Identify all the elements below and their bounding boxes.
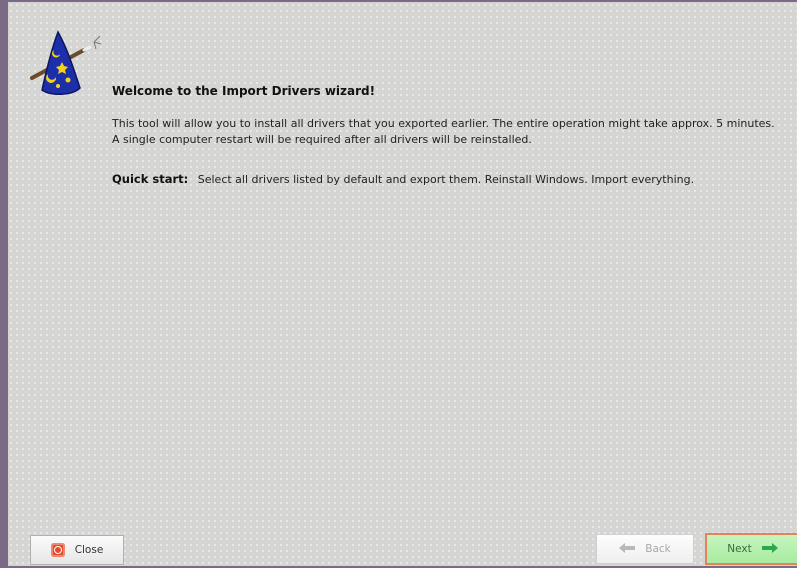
wizard-hat-icon — [28, 28, 108, 108]
next-button[interactable]: Next — [705, 533, 797, 565]
arrow-right-icon — [761, 542, 778, 556]
next-button-label: Next — [727, 543, 752, 555]
close-button[interactable]: Close — [30, 535, 124, 565]
back-button[interactable]: Back — [596, 534, 694, 564]
wizard-heading: Welcome to the Import Drivers wizard! — [112, 84, 376, 98]
quick-start-label: Quick start: — [112, 172, 189, 186]
wizard-window: Welcome to the Import Drivers wizard! Th… — [0, 0, 797, 568]
quick-start-text: Select all drivers listed by default and… — [197, 173, 695, 186]
wizard-description: This tool will allow you to install all … — [112, 117, 775, 146]
close-button-label: Close — [74, 544, 104, 556]
close-icon — [50, 543, 65, 557]
quick-start: Quick start: Select all drivers listed b… — [112, 172, 694, 186]
back-button-label: Back — [645, 543, 671, 555]
arrow-left-icon — [619, 542, 636, 556]
